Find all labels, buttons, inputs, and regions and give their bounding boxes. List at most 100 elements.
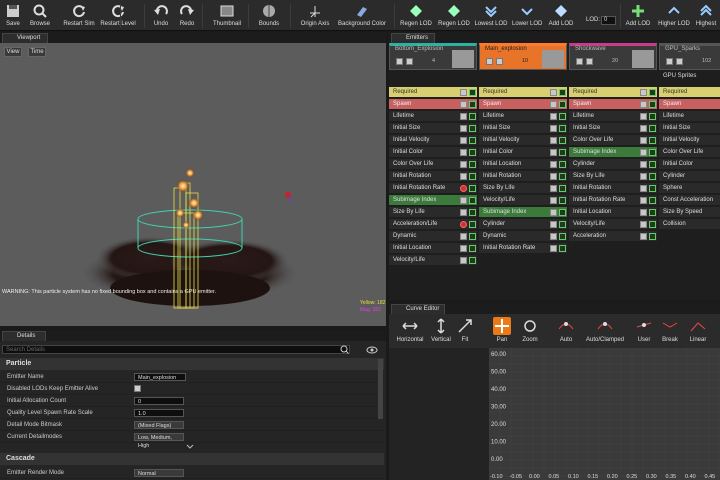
module-initial-size[interactable]: Initial Size [479,123,567,134]
add-lod-button[interactable]: Add LOD [546,0,576,31]
tab-emitters[interactable]: Emitters [391,33,435,43]
module-initial-size[interactable]: Initial Size [569,123,657,134]
module-enable-checkbox[interactable] [460,197,467,204]
module-enable-checkbox[interactable] [460,245,467,252]
horizontal-button[interactable]: Horizontal [393,315,427,347]
graph-toggle-checkbox[interactable] [469,245,476,252]
graph-toggle-checkbox[interactable] [649,233,656,240]
enable-checkbox[interactable] [666,58,673,65]
graph-toggle-checkbox[interactable] [559,209,566,216]
module-velocity-life[interactable]: Velocity/Life [569,219,657,230]
solo-checkbox[interactable] [406,58,413,65]
module-enable-checkbox[interactable] [640,197,647,204]
lowest-lod-button[interactable]: Lowest LOD [472,0,510,31]
graph-toggle-checkbox[interactable] [469,113,476,120]
module-cylinder[interactable]: Cylinder [659,171,720,182]
graph-toggle-checkbox[interactable] [559,149,566,156]
module-initial-rotation-rate[interactable]: Initial Rotation Rate [389,183,477,194]
graph-toggle-checkbox[interactable] [559,101,566,108]
section-cascade-header[interactable]: Cascade [0,453,384,465]
module-size-by-life[interactable]: Size By Life [569,171,657,182]
enable-checkbox[interactable] [486,58,493,65]
graph-toggle-checkbox[interactable] [559,197,566,204]
module-enable-checkbox[interactable] [460,137,467,144]
graph-toggle-checkbox[interactable] [649,173,656,180]
section-particle-header[interactable]: Particle [0,358,384,370]
module-initial-location[interactable]: Initial Location [389,243,477,254]
module-initial-size[interactable]: Initial Size [659,123,720,134]
enable-checkbox[interactable] [396,58,403,65]
graph-toggle-checkbox[interactable] [469,185,476,192]
redo-button[interactable]: Redo [176,0,198,31]
module-enable-checkbox[interactable] [460,233,467,240]
details-search-field[interactable]: Search Details [2,345,350,354]
graph-toggle-checkbox[interactable] [649,149,656,156]
module-acceleration[interactable]: Acceleration [569,231,657,242]
module-enable-checkbox[interactable] [640,221,647,228]
module-initial-color[interactable]: Initial Color [659,159,720,170]
highest-button[interactable]: Highest [692,0,720,31]
regen-lod-button[interactable]: Regen LOD [398,0,434,31]
graph-toggle-checkbox[interactable] [469,209,476,216]
lod-input[interactable]: 0 [601,16,616,25]
graph-toggle-checkbox[interactable] [649,197,656,204]
module-spawn[interactable]: Spawn [569,99,657,110]
enable-checkbox[interactable] [576,58,583,65]
module-enable-checkbox[interactable] [550,173,557,180]
emitter-column[interactable]: Shockwave 20 Required Spawn Lifetime Initial … [569,43,657,300]
tab-viewport[interactable]: Viewport [2,33,48,43]
module-initial-rotation[interactable]: Initial Rotation [389,171,477,182]
module-color-over-life[interactable]: Color Over Life [569,135,657,146]
module-enable-checkbox[interactable] [550,125,557,132]
module-lifetime[interactable]: Lifetime [569,111,657,122]
emitter-column[interactable]: Bottom_Explosion 4 Required Spawn Lifetime In… [389,43,477,300]
graph-toggle-checkbox[interactable] [649,101,656,108]
graph-toggle-checkbox[interactable] [469,137,476,144]
higher-lod-button[interactable]: Higher LOD [656,0,692,31]
module-enable-checkbox[interactable] [460,209,467,216]
tab-curve-editor[interactable]: Curve Editor [391,304,445,314]
module-enable-checkbox[interactable] [640,89,647,96]
tab-details[interactable]: Details [2,331,46,341]
fit-button[interactable]: Fit [455,315,475,347]
eye-icon[interactable] [366,346,380,354]
save-button[interactable]: Save [2,0,24,31]
module-enable-checkbox[interactable] [550,209,557,216]
module-spawn[interactable]: Spawn [389,99,477,110]
property-value[interactable]: Main_explosion [134,373,186,381]
graph-toggle-checkbox[interactable] [649,89,656,96]
graph-toggle-checkbox[interactable] [649,221,656,228]
lower-lod-button[interactable]: Lower LOD [512,0,542,31]
module-enable-checkbox[interactable] [640,161,647,168]
module-initial-velocity[interactable]: Initial Velocity [659,135,720,146]
module-enable-checkbox[interactable] [640,101,647,108]
module-enable-checkbox[interactable] [460,173,467,180]
module-color-over-life[interactable]: Color Over Life [659,147,720,158]
module-initial-location[interactable]: Initial Location [479,159,567,170]
property-value[interactable]: (Mixed Flags) [134,421,184,429]
module-enable-checkbox[interactable] [550,113,557,120]
module-enable-checkbox[interactable] [550,245,557,252]
curve-graph[interactable]: 60.00 50.00 40.00 30.00 20.00 10.00 0.00 -0.10 -… [489,348,720,480]
graph-toggle-checkbox[interactable] [559,89,566,96]
warning-icon[interactable] [460,221,467,228]
viewport[interactable]: View Time WARNING: This particle system … [0,43,386,326]
emitter-header[interactable]: GPU_Sparks 102 [659,43,720,70]
module-lifetime[interactable]: Lifetime [389,111,477,122]
graph-toggle-checkbox[interactable] [649,161,656,168]
module-spawn[interactable]: Spawn [659,99,720,110]
graph-toggle-checkbox[interactable] [469,89,476,96]
graph-toggle-checkbox[interactable] [649,185,656,192]
pan-button[interactable]: Pan [487,315,517,347]
property-value[interactable]: 1.0 [134,409,184,417]
module-enable-checkbox[interactable] [550,89,557,96]
module-lifetime[interactable]: Lifetime [479,111,567,122]
graph-toggle-checkbox[interactable] [469,149,476,156]
bounds-button[interactable]: Bounds [256,0,282,31]
module-enable-checkbox[interactable] [460,161,467,168]
graph-toggle-checkbox[interactable] [559,185,566,192]
linear-button[interactable]: Linear [683,315,713,347]
module-initial-velocity[interactable]: Initial Velocity [479,135,567,146]
graph-toggle-checkbox[interactable] [559,137,566,144]
module-dynamic[interactable]: Dynamic [389,231,477,242]
